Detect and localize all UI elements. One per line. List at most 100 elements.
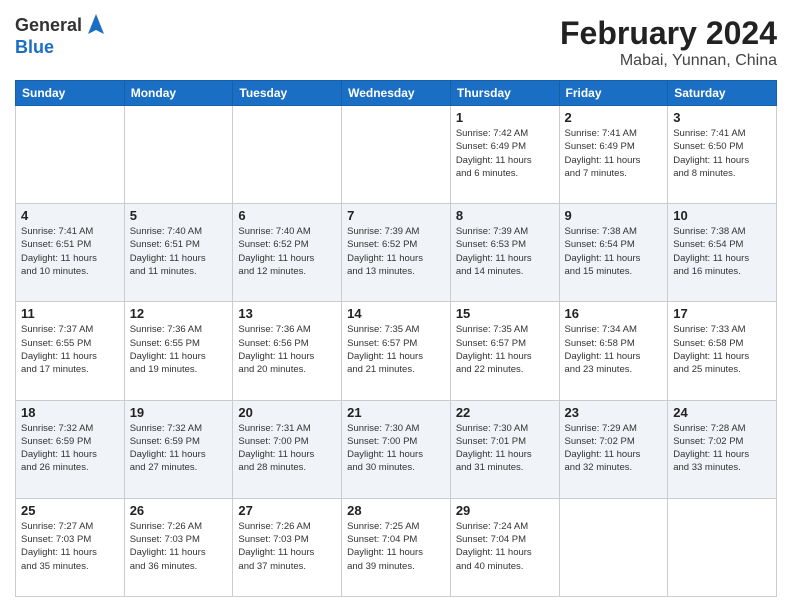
- day-info: Sunrise: 7:37 AM Sunset: 6:55 PM Dayligh…: [21, 323, 119, 376]
- day-number: 18: [21, 405, 119, 420]
- day-number: 10: [673, 208, 771, 223]
- day-info: Sunrise: 7:34 AM Sunset: 6:58 PM Dayligh…: [565, 323, 663, 376]
- day-info: Sunrise: 7:30 AM Sunset: 7:00 PM Dayligh…: [347, 422, 445, 475]
- calendar-cell: [16, 106, 125, 204]
- day-number: 5: [130, 208, 228, 223]
- day-info: Sunrise: 7:38 AM Sunset: 6:54 PM Dayligh…: [565, 225, 663, 278]
- day-number: 28: [347, 503, 445, 518]
- day-info: Sunrise: 7:26 AM Sunset: 7:03 PM Dayligh…: [238, 520, 336, 573]
- logo: General Blue: [15, 15, 106, 58]
- day-number: 19: [130, 405, 228, 420]
- day-number: 14: [347, 306, 445, 321]
- calendar-cell: 7 Sunrise: 7:39 AM Sunset: 6:52 PM Daylig…: [342, 204, 451, 302]
- day-number: 12: [130, 306, 228, 321]
- calendar-week-row: 1 Sunrise: 7:42 AM Sunset: 6:49 PM Daylig…: [16, 106, 777, 204]
- day-info: Sunrise: 7:36 AM Sunset: 6:56 PM Dayligh…: [238, 323, 336, 376]
- day-number: 20: [238, 405, 336, 420]
- day-info: Sunrise: 7:31 AM Sunset: 7:00 PM Dayligh…: [238, 422, 336, 475]
- calendar-cell: 24 Sunrise: 7:28 AM Sunset: 7:02 PM Dayli…: [668, 400, 777, 498]
- logo-icon: [86, 12, 106, 36]
- day-number: 15: [456, 306, 554, 321]
- day-number: 4: [21, 208, 119, 223]
- day-number: 7: [347, 208, 445, 223]
- calendar-cell: 6 Sunrise: 7:40 AM Sunset: 6:52 PM Daylig…: [233, 204, 342, 302]
- day-info: Sunrise: 7:32 AM Sunset: 6:59 PM Dayligh…: [21, 422, 119, 475]
- day-info: Sunrise: 7:32 AM Sunset: 6:59 PM Dayligh…: [130, 422, 228, 475]
- day-info: Sunrise: 7:35 AM Sunset: 6:57 PM Dayligh…: [347, 323, 445, 376]
- calendar-cell: 3 Sunrise: 7:41 AM Sunset: 6:50 PM Daylig…: [668, 106, 777, 204]
- header-wednesday: Wednesday: [342, 81, 451, 106]
- day-number: 24: [673, 405, 771, 420]
- calendar-cell: 20 Sunrise: 7:31 AM Sunset: 7:00 PM Dayli…: [233, 400, 342, 498]
- day-number: 23: [565, 405, 663, 420]
- day-info: Sunrise: 7:35 AM Sunset: 6:57 PM Dayligh…: [456, 323, 554, 376]
- day-info: Sunrise: 7:40 AM Sunset: 6:51 PM Dayligh…: [130, 225, 228, 278]
- calendar-week-row: 18 Sunrise: 7:32 AM Sunset: 6:59 PM Dayli…: [16, 400, 777, 498]
- header-tuesday: Tuesday: [233, 81, 342, 106]
- day-info: Sunrise: 7:25 AM Sunset: 7:04 PM Dayligh…: [347, 520, 445, 573]
- day-info: Sunrise: 7:30 AM Sunset: 7:01 PM Dayligh…: [456, 422, 554, 475]
- header-friday: Friday: [559, 81, 668, 106]
- weekday-header-row: Sunday Monday Tuesday Wednesday Thursday…: [16, 81, 777, 106]
- header-saturday: Saturday: [668, 81, 777, 106]
- day-info: Sunrise: 7:41 AM Sunset: 6:49 PM Dayligh…: [565, 127, 663, 180]
- calendar-cell: 17Sunrise: 7:33 AM Sunset: 6:58 PM Dayli…: [668, 302, 777, 400]
- calendar-cell: 9 Sunrise: 7:38 AM Sunset: 6:54 PM Daylig…: [559, 204, 668, 302]
- day-info: Sunrise: 7:42 AM Sunset: 6:49 PM Dayligh…: [456, 127, 554, 180]
- day-number: 11: [21, 306, 119, 321]
- calendar-cell: 10 Sunrise: 7:38 AM Sunset: 6:54 PM Dayli…: [668, 204, 777, 302]
- day-info: Sunrise: 7:39 AM Sunset: 6:53 PM Dayligh…: [456, 225, 554, 278]
- calendar-cell: 25Sunrise: 7:27 AM Sunset: 7:03 PM Dayli…: [16, 498, 125, 596]
- calendar-cell: 5 Sunrise: 7:40 AM Sunset: 6:51 PM Daylig…: [124, 204, 233, 302]
- header-sunday: Sunday: [16, 81, 125, 106]
- day-number: 6: [238, 208, 336, 223]
- calendar-cell: [342, 106, 451, 204]
- calendar-cell: [559, 498, 668, 596]
- calendar-cell: 21 Sunrise: 7:30 AM Sunset: 7:00 PM Dayli…: [342, 400, 451, 498]
- day-info: Sunrise: 7:39 AM Sunset: 6:52 PM Dayligh…: [347, 225, 445, 278]
- day-number: 9: [565, 208, 663, 223]
- day-info: Sunrise: 7:28 AM Sunset: 7:02 PM Dayligh…: [673, 422, 771, 475]
- calendar-cell: 19 Sunrise: 7:32 AM Sunset: 6:59 PM Dayli…: [124, 400, 233, 498]
- calendar-cell: 4 Sunrise: 7:41 AM Sunset: 6:51 PM Daylig…: [16, 204, 125, 302]
- calendar-cell: 23 Sunrise: 7:29 AM Sunset: 7:02 PM Dayli…: [559, 400, 668, 498]
- title-block: February 2024 Mabai, Yunnan, China: [560, 15, 777, 70]
- calendar-cell: 1 Sunrise: 7:42 AM Sunset: 6:49 PM Daylig…: [450, 106, 559, 204]
- day-info: Sunrise: 7:27 AM Sunset: 7:03 PM Dayligh…: [21, 520, 119, 573]
- day-number: 3: [673, 110, 771, 125]
- header-monday: Monday: [124, 81, 233, 106]
- day-info: Sunrise: 7:24 AM Sunset: 7:04 PM Dayligh…: [456, 520, 554, 573]
- day-number: 8: [456, 208, 554, 223]
- day-number: 16: [565, 306, 663, 321]
- day-number: 21: [347, 405, 445, 420]
- day-info: Sunrise: 7:29 AM Sunset: 7:02 PM Dayligh…: [565, 422, 663, 475]
- calendar-week-row: 25Sunrise: 7:27 AM Sunset: 7:03 PM Dayli…: [16, 498, 777, 596]
- header-thursday: Thursday: [450, 81, 559, 106]
- calendar-cell: [233, 106, 342, 204]
- day-number: 2: [565, 110, 663, 125]
- day-info: Sunrise: 7:26 AM Sunset: 7:03 PM Dayligh…: [130, 520, 228, 573]
- day-info: Sunrise: 7:41 AM Sunset: 6:50 PM Dayligh…: [673, 127, 771, 180]
- calendar-week-row: 11 Sunrise: 7:37 AM Sunset: 6:55 PM Dayli…: [16, 302, 777, 400]
- calendar-cell: 27Sunrise: 7:26 AM Sunset: 7:03 PM Dayli…: [233, 498, 342, 596]
- calendar-week-row: 4 Sunrise: 7:41 AM Sunset: 6:51 PM Daylig…: [16, 204, 777, 302]
- calendar-cell: 12Sunrise: 7:36 AM Sunset: 6:55 PM Dayli…: [124, 302, 233, 400]
- calendar-cell: 18 Sunrise: 7:32 AM Sunset: 6:59 PM Dayli…: [16, 400, 125, 498]
- day-info: Sunrise: 7:38 AM Sunset: 6:54 PM Dayligh…: [673, 225, 771, 278]
- header: General Blue February 2024 Mabai, Yunnan…: [15, 15, 777, 70]
- day-number: 1: [456, 110, 554, 125]
- day-number: 22: [456, 405, 554, 420]
- calendar-cell: 2 Sunrise: 7:41 AM Sunset: 6:49 PM Daylig…: [559, 106, 668, 204]
- day-info: Sunrise: 7:40 AM Sunset: 6:52 PM Dayligh…: [238, 225, 336, 278]
- calendar-cell: 16 Sunrise: 7:34 AM Sunset: 6:58 PM Dayli…: [559, 302, 668, 400]
- calendar-cell: 13Sunrise: 7:36 AM Sunset: 6:56 PM Dayli…: [233, 302, 342, 400]
- calendar-cell: 15 Sunrise: 7:35 AM Sunset: 6:57 PM Dayli…: [450, 302, 559, 400]
- day-number: 29: [456, 503, 554, 518]
- logo-text: General Blue: [15, 15, 106, 58]
- day-info: Sunrise: 7:41 AM Sunset: 6:51 PM Dayligh…: [21, 225, 119, 278]
- calendar: Sunday Monday Tuesday Wednesday Thursday…: [15, 80, 777, 597]
- page: General Blue February 2024 Mabai, Yunnan…: [0, 0, 792, 612]
- main-title: February 2024: [560, 15, 777, 52]
- day-number: 26: [130, 503, 228, 518]
- subtitle: Mabai, Yunnan, China: [560, 52, 777, 70]
